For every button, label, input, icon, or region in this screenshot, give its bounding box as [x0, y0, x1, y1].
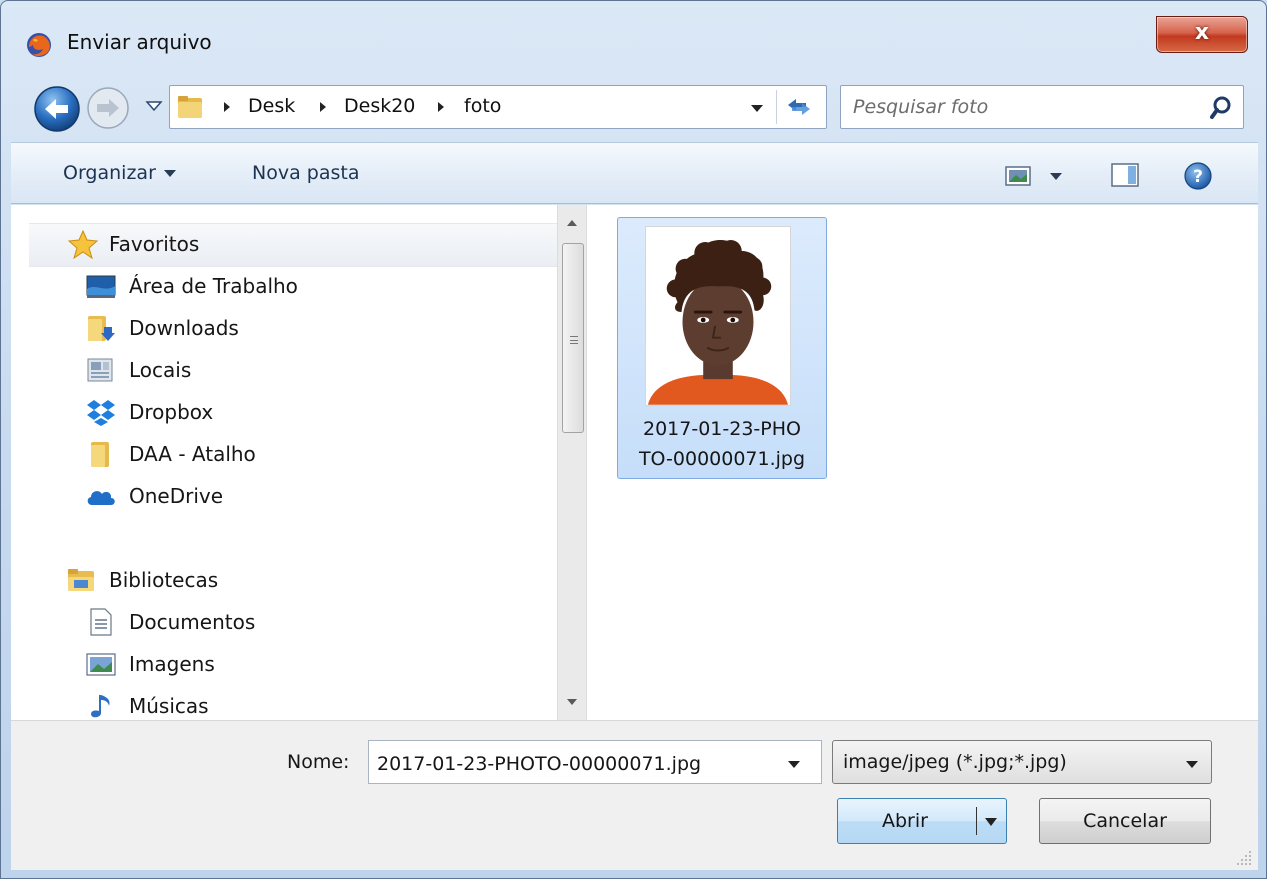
star-icon — [67, 229, 99, 259]
onedrive-icon — [87, 491, 115, 505]
search-icon[interactable] — [1209, 95, 1233, 121]
folder-icon — [178, 96, 202, 118]
navigation-scrollbar[interactable] — [557, 205, 587, 720]
dialog-footer: Nome: image/jpeg (*.jpg;*.jpg) Abrir Can… — [11, 720, 1258, 870]
chevron-down-icon[interactable] — [984, 817, 998, 827]
file-list-pane[interactable]: 2017-01-23-PHO TO-00000071.jpg — [589, 205, 1258, 720]
nav-item-label: Imagens — [129, 652, 215, 676]
scroll-up-icon[interactable] — [567, 220, 577, 226]
svg-text:?: ? — [1193, 167, 1203, 187]
window-title: Enviar arquivo — [67, 30, 212, 54]
split-divider — [976, 807, 977, 835]
title-bar[interactable]: Enviar arquivo x — [1, 1, 1266, 79]
file-item[interactable]: 2017-01-23-PHO TO-00000071.jpg — [617, 217, 827, 479]
breadcrumb-separator-icon[interactable] — [318, 100, 328, 114]
navigation-pane[interactable]: Favoritos Área de Trabalho Downloads Loc… — [11, 205, 557, 720]
downloads-folder-icon — [88, 316, 115, 341]
breadcrumb-separator-icon[interactable] — [436, 100, 446, 114]
file-type-value: image/jpeg (*.jpg;*.jpg) — [843, 751, 1067, 773]
desktop-icon — [86, 275, 116, 298]
folder-icon — [91, 442, 109, 467]
chevron-down-icon[interactable] — [787, 760, 801, 769]
search-box[interactable] — [840, 85, 1244, 129]
chevron-down-icon[interactable] — [750, 103, 764, 113]
firefox-icon — [27, 33, 51, 57]
file-name-label: Nome: — [287, 751, 350, 773]
file-name-input[interactable] — [377, 751, 777, 777]
nav-item-label: Downloads — [129, 316, 239, 340]
address-bar[interactable]: Desk Desk20 foto — [169, 85, 827, 129]
chevron-down-icon — [163, 170, 176, 177]
music-icon — [91, 695, 110, 718]
libraries-icon — [68, 569, 94, 591]
address-divider — [776, 90, 777, 124]
grip-icon — [570, 336, 578, 344]
new-folder-button[interactable]: Nova pasta — [252, 162, 359, 184]
nav-item-label: DAA - Atalho — [129, 442, 256, 466]
open-button-label: Abrir — [882, 810, 928, 832]
back-button[interactable] — [33, 85, 81, 133]
cancel-button-label: Cancelar — [1083, 810, 1167, 832]
documents-icon — [90, 608, 112, 636]
help-icon[interactable]: ? — [1183, 161, 1213, 191]
nav-item-label: Documentos — [129, 610, 256, 634]
nav-item-label: Bibliotecas — [109, 568, 219, 592]
dropbox-icon — [87, 400, 115, 426]
close-icon: x — [1194, 20, 1210, 45]
organize-button[interactable]: Organizar — [63, 162, 176, 184]
refresh-icon[interactable] — [784, 94, 814, 120]
photo-thumbnail — [645, 226, 791, 406]
forward-button[interactable] — [85, 85, 131, 131]
breadcrumb-separator-icon[interactable] — [222, 100, 232, 114]
cancel-button[interactable]: Cancelar — [1039, 798, 1211, 844]
recent-locations-dropdown-icon[interactable] — [145, 99, 163, 113]
breadcrumb-desk20[interactable]: Desk20 — [344, 95, 415, 117]
recent-places-icon — [87, 358, 113, 382]
resize-grip-icon[interactable] — [1235, 849, 1253, 867]
chevron-down-icon — [1186, 761, 1198, 768]
scroll-down-icon[interactable] — [567, 699, 577, 705]
file-name: 2017-01-23-PHO TO-00000071.jpg — [622, 414, 822, 474]
change-view-icon[interactable] — [1005, 165, 1031, 187]
chevron-down-icon[interactable] — [1049, 172, 1063, 181]
nav-item-label: Dropbox — [129, 400, 214, 424]
open-button[interactable]: Abrir — [837, 798, 1007, 844]
breadcrumb-foto[interactable]: foto — [464, 95, 501, 117]
file-type-select[interactable]: image/jpeg (*.jpg;*.jpg) — [832, 740, 1212, 784]
file-name-line: TO-00000071.jpg — [638, 448, 806, 470]
file-name-line: 2017-01-23-PHO — [643, 418, 801, 440]
search-input[interactable] — [853, 94, 1193, 120]
dialog-content: Favoritos Área de Trabalho Downloads Loc… — [11, 205, 1258, 720]
scrollbar-thumb[interactable] — [562, 243, 584, 433]
nav-item-label: OneDrive — [129, 484, 224, 508]
nav-item-label: Músicas — [129, 694, 209, 718]
nav-item-label: Locais — [129, 358, 192, 382]
organize-label: Organizar — [63, 162, 156, 184]
close-button[interactable]: x — [1156, 16, 1248, 53]
nav-item-label: Favoritos — [109, 232, 200, 256]
pictures-icon — [86, 653, 116, 676]
breadcrumb-desk[interactable]: Desk — [248, 95, 295, 117]
file-dialog-window: Enviar arquivo x Desk Desk20 foto Pesqui… — [0, 0, 1267, 879]
preview-pane-icon[interactable] — [1111, 163, 1139, 187]
nav-item-label: Área de Trabalho — [129, 274, 298, 298]
file-name-combobox[interactable] — [368, 740, 822, 784]
command-toolbar: Organizar Nova pasta ? — [11, 142, 1258, 204]
